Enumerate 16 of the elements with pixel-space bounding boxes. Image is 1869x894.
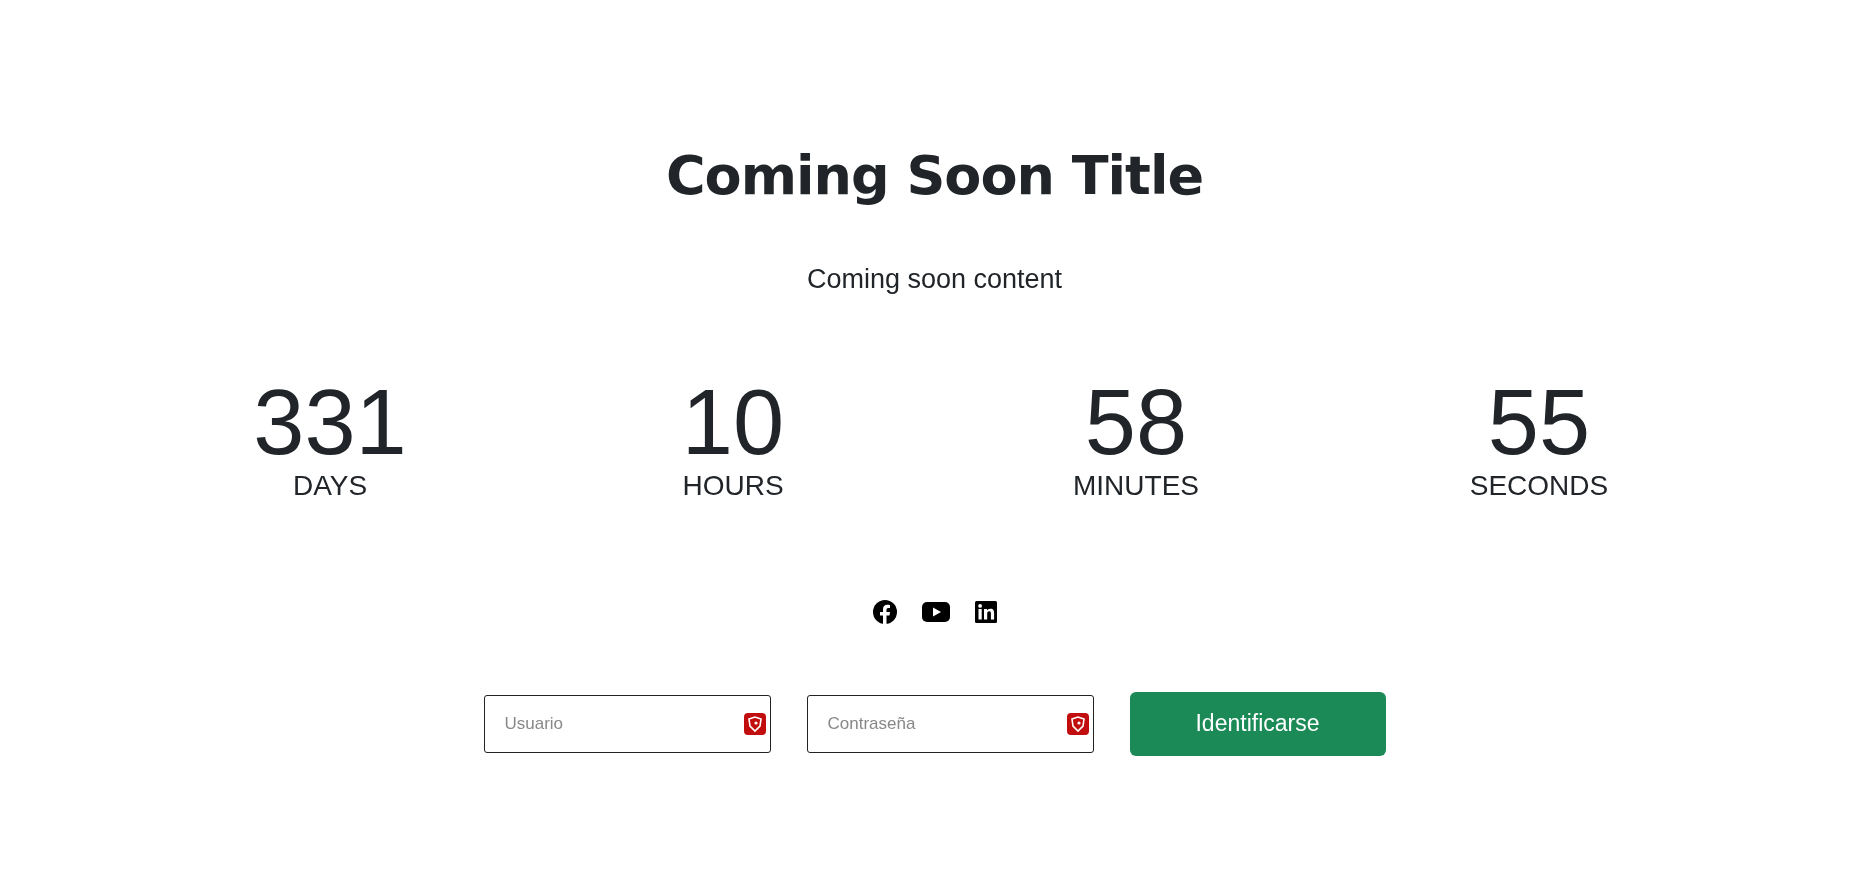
facebook-icon[interactable] — [872, 599, 897, 624]
youtube-icon[interactable] — [921, 601, 950, 622]
linkedin-icon[interactable] — [974, 600, 997, 623]
countdown-value: 10 — [681, 375, 785, 468]
countdown-unit: HOURS — [682, 469, 784, 502]
countdown-unit: SECONDS — [1469, 469, 1609, 502]
page-title: Coming Soon Title — [666, 144, 1203, 209]
input-field[interactable]: Usuario — [483, 694, 771, 753]
countdown-value: 58 — [1084, 375, 1188, 468]
login-button[interactable]: Identificarse — [1129, 691, 1386, 756]
input-field[interactable]: Contraseña — [806, 694, 1094, 753]
countdown-value: 55 — [1487, 375, 1591, 468]
page-content: Coming soon content — [806, 263, 1063, 295]
countdown-unit: DAYS — [292, 469, 368, 502]
countdown-unit: MINUTES — [1073, 469, 1199, 502]
countdown-value: 331 — [253, 375, 407, 468]
